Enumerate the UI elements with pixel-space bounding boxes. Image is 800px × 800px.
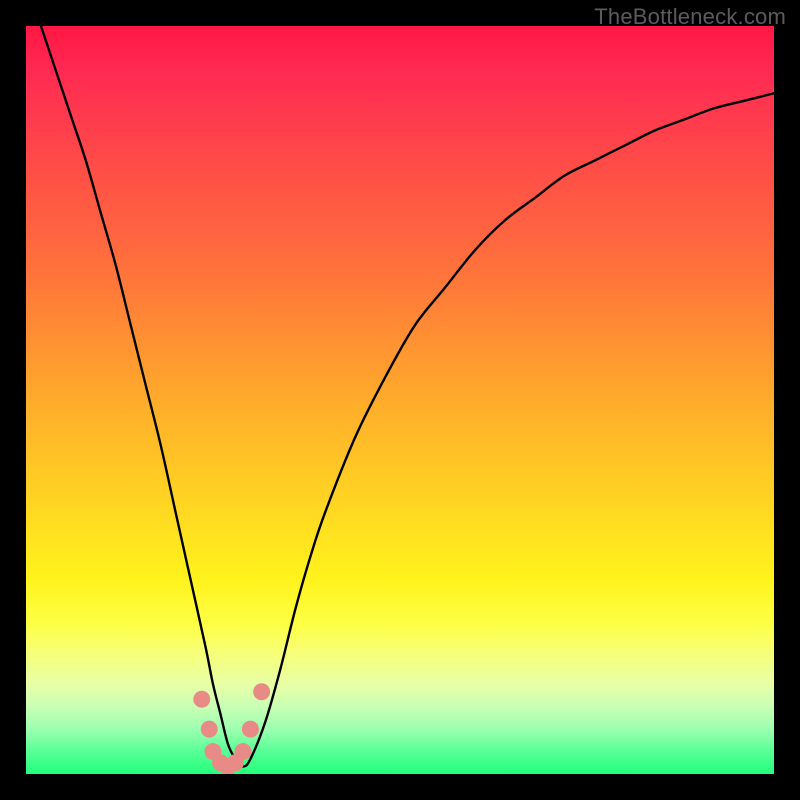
min-region-dot (242, 721, 259, 738)
chart-frame: TheBottleneck.com (0, 0, 800, 800)
bottleneck-curve (41, 26, 774, 767)
min-region-dot (201, 721, 218, 738)
min-region-dot (193, 691, 210, 708)
watermark-text: TheBottleneck.com (594, 4, 786, 30)
min-region-dot (234, 743, 251, 760)
min-region-dot (253, 683, 270, 700)
bottleneck-curve-layer (26, 26, 774, 774)
plot-area (26, 26, 774, 774)
